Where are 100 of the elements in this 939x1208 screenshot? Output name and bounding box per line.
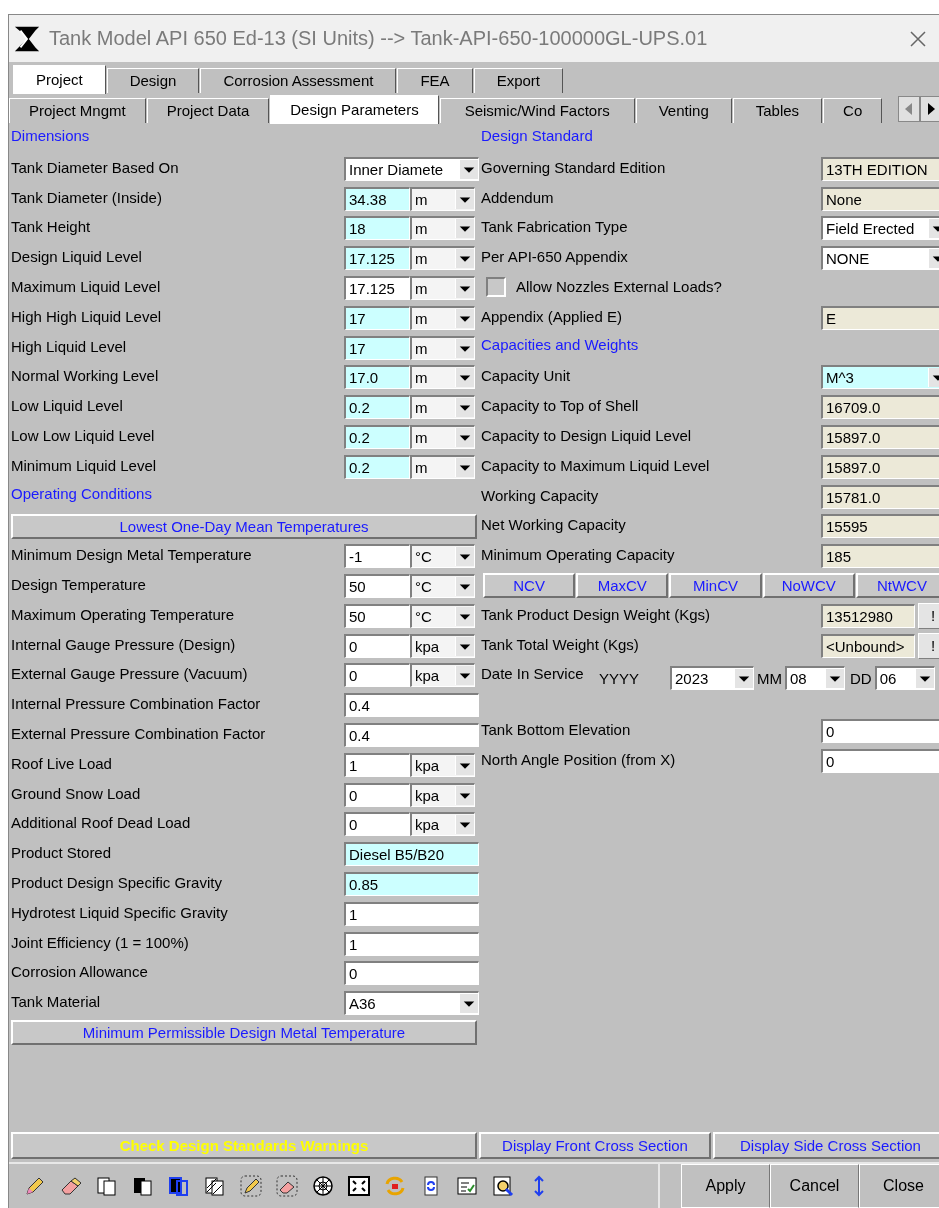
unit-dropdown[interactable]: m [410, 246, 475, 271]
month-dropdown[interactable]: 08 [785, 666, 846, 691]
dashed-pencil-icon[interactable] [239, 1174, 263, 1198]
field-label: North Angle Position (from X) [481, 749, 677, 768]
tab[interactable]: Co [823, 98, 883, 123]
value-field[interactable]: 0.2 [344, 395, 410, 420]
readonly-field: 185 [821, 544, 939, 569]
readonly-field: <Unbound> [821, 633, 915, 658]
close-icon[interactable] [908, 28, 928, 49]
details-button[interactable]: ! [918, 632, 939, 659]
capacity-button[interactable]: MaxCV [576, 573, 669, 599]
action-button[interactable]: Display Side Cross Section [713, 1132, 939, 1159]
text-field[interactable]: 0 [344, 961, 479, 986]
value-field[interactable]: 17.125 [344, 246, 410, 271]
value-field[interactable]: 0 [344, 633, 410, 658]
unit-dropdown[interactable]: m [410, 424, 475, 449]
tab[interactable]: Corrosion Assessment [200, 68, 397, 93]
tab[interactable]: Export [473, 68, 563, 93]
field-label: Addendum [481, 187, 555, 206]
dropdown[interactable]: Field Erected [821, 216, 939, 241]
text-field[interactable]: Diesel B5/B20 [344, 842, 479, 867]
value-field[interactable]: -1 [344, 544, 410, 569]
unit-dropdown[interactable]: °C [410, 603, 475, 628]
dialog-button[interactable]: Apply [681, 1164, 770, 1208]
capacity-button[interactable]: MinCV [669, 573, 762, 599]
unit-dropdown[interactable]: °C [410, 573, 475, 598]
wheel-icon[interactable] [311, 1174, 335, 1198]
capacity-button[interactable]: NoWCV [762, 573, 855, 599]
dashed-eraser-icon[interactable] [275, 1174, 299, 1198]
value-field[interactable]: 17 [344, 335, 410, 360]
unit-dropdown[interactable]: kpa [410, 782, 475, 807]
text-field[interactable]: 0.4 [344, 722, 479, 747]
tab[interactable]: Design Parameters [270, 95, 439, 124]
capacity-button[interactable]: NtWCV [855, 573, 939, 599]
value-field[interactable]: 34.38 [344, 186, 410, 211]
unit-dropdown[interactable]: m [410, 395, 475, 420]
outlined-squares-icon[interactable] [167, 1174, 191, 1198]
value-field[interactable]: 0 [344, 812, 410, 837]
value-field[interactable]: 0.2 [344, 454, 410, 479]
text-field[interactable]: 1 [344, 901, 479, 926]
checklist-icon[interactable] [455, 1174, 479, 1198]
unit-dropdown[interactable]: kpa [410, 812, 475, 837]
unit-dropdown[interactable]: m [410, 305, 475, 330]
unit-dropdown[interactable]: m [410, 186, 475, 211]
checkbox[interactable] [486, 277, 506, 297]
magnifier-icon[interactable] [491, 1174, 515, 1198]
dialog-button[interactable]: Cancel [770, 1164, 859, 1208]
refresh-icon[interactable] [383, 1174, 407, 1198]
value-field[interactable]: 17.125 [344, 276, 410, 300]
caret-icon [455, 279, 474, 298]
value-field[interactable]: 0.2 [344, 424, 410, 449]
value-field[interactable]: 0 [344, 663, 410, 688]
unit-dropdown[interactable]: m [410, 335, 475, 360]
frame-arrows-icon[interactable] [347, 1174, 371, 1198]
value-field[interactable]: 0 [344, 782, 410, 807]
overlapping-squares-icon[interactable] [95, 1174, 119, 1198]
unit-dropdown[interactable]: kpa [410, 633, 475, 658]
unit-dropdown[interactable]: °C [410, 544, 475, 569]
value-field[interactable]: 18 [344, 216, 410, 241]
text-field[interactable]: 0.4 [344, 693, 479, 718]
dropdown[interactable]: A36 [344, 991, 479, 1016]
dropdown[interactable]: NONE [821, 246, 939, 271]
tab[interactable]: Design [106, 68, 200, 93]
section-button[interactable]: Minimum Permissible Design Metal Temperature [11, 1020, 477, 1046]
caret-icon [455, 219, 474, 239]
tab[interactable]: Project Data [146, 98, 270, 123]
unit-dropdown[interactable]: kpa [410, 663, 475, 688]
day-dropdown[interactable]: 06 [874, 666, 935, 691]
tab[interactable]: Venting [635, 98, 732, 123]
dialog-button[interactable]: Close [859, 1164, 939, 1208]
value-field[interactable]: 1 [344, 752, 410, 777]
field-label: Capacity Unit [481, 366, 572, 385]
tab[interactable]: Project Mngmt [9, 98, 146, 123]
capacity-button[interactable]: NCV [483, 573, 576, 599]
value-field[interactable]: 50 [344, 603, 410, 628]
tab[interactable]: Tables [732, 98, 823, 123]
value-field[interactable]: 17 [344, 305, 410, 330]
hatched-squares-icon[interactable] [203, 1174, 227, 1198]
text-field[interactable]: 0.85 [344, 871, 479, 896]
unit-dropdown[interactable]: kpa [410, 752, 475, 777]
text-field[interactable]: 0 [821, 719, 939, 744]
unit-dropdown[interactable]: m [410, 276, 475, 300]
hourglass-logo-icon [13, 24, 41, 53]
unit-dropdown[interactable]: m [410, 365, 475, 390]
action-button[interactable]: Display Front Cross Section [479, 1132, 711, 1159]
text-field[interactable]: 1 [344, 931, 479, 956]
value-field[interactable]: 50 [344, 573, 410, 598]
unit-dropdown[interactable]: m [410, 216, 475, 241]
dropdown[interactable]: Inner Diamete [344, 156, 479, 181]
tab[interactable]: Project [13, 65, 106, 94]
tab[interactable]: FEA [397, 68, 473, 93]
unit-dropdown[interactable]: m [410, 454, 475, 479]
scroll-right-icon[interactable] [920, 96, 939, 122]
dropdown[interactable]: M^3 [821, 365, 939, 390]
value-field[interactable]: 17.0 [344, 365, 410, 390]
tab[interactable]: Seismic/Wind Factors [439, 98, 635, 123]
section-button[interactable]: Lowest One-Day Mean Temperatures [11, 513, 477, 539]
text-field[interactable]: 0 [821, 748, 939, 773]
year-dropdown[interactable]: 2023 [670, 666, 755, 691]
details-button[interactable]: ! [918, 602, 939, 629]
